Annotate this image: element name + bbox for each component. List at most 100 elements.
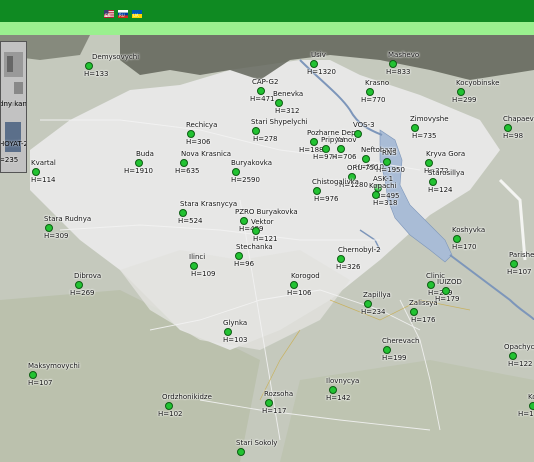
marker-name: RNS — [382, 149, 397, 157]
marker-dot-icon[interactable] — [383, 158, 391, 166]
marker-dot-icon[interactable] — [165, 402, 173, 410]
marker-dot-icon[interactable] — [313, 187, 321, 195]
marker-height: H=635 — [175, 167, 200, 175]
inset-label-1: dny kanal — [0, 100, 27, 108]
marker-height: H=1 — [518, 410, 534, 418]
flag-en-icon[interactable] — [104, 3, 114, 18]
marker-name: Cherevach — [382, 337, 420, 345]
marker-dot-icon[interactable] — [237, 448, 245, 456]
marker-name: Nova Krasnica — [181, 150, 232, 158]
marker-dot-icon[interactable] — [366, 88, 374, 96]
marker-height: H=278 — [253, 135, 278, 143]
marker-name: Korogod — [291, 272, 320, 280]
marker-dot-icon[interactable] — [310, 60, 318, 68]
marker-dot-icon[interactable] — [275, 99, 283, 107]
marker-name: PZRO Buryakovka — [235, 208, 298, 216]
marker-height: H=471 — [250, 95, 275, 103]
marker-dot-icon[interactable] — [427, 281, 435, 289]
marker-name: Ilovnycya — [326, 377, 360, 385]
marker-dot-icon[interactable] — [425, 159, 433, 167]
marker-height: H=98 — [503, 132, 524, 140]
marker-dot-icon[interactable] — [410, 308, 418, 316]
marker-name: Opachychi — [504, 343, 534, 351]
marker-dot-icon[interactable] — [29, 371, 37, 379]
flag-ru-label: RU — [119, 13, 125, 18]
marker-dot-icon[interactable] — [364, 300, 372, 308]
marker-name: Kopachi — [528, 393, 534, 401]
marker-name: Rechicya — [186, 121, 218, 129]
marker-dot-icon[interactable] — [457, 88, 465, 96]
marker-name: Krasno — [365, 79, 390, 87]
marker-dot-icon[interactable] — [529, 402, 534, 410]
marker-dot-icon[interactable] — [224, 328, 232, 336]
marker-height: H=299 — [452, 96, 477, 104]
inset-label-2: HOYAT-2 — [0, 140, 27, 148]
marker-dot-icon[interactable] — [252, 127, 260, 135]
marker-dot-icon[interactable] — [190, 262, 198, 270]
marker-height: H=1320 — [307, 68, 336, 76]
marker-height: H=142 — [326, 394, 351, 402]
flag-ru-icon[interactable] — [118, 3, 128, 18]
marker-name: Starosillya — [428, 169, 465, 177]
marker-dot-icon[interactable] — [290, 281, 298, 289]
marker-name: Vektor — [251, 218, 274, 226]
marker-dot-icon[interactable] — [257, 87, 265, 95]
marker-height: H=179 — [435, 295, 460, 303]
marker-name: Mashevo — [388, 51, 420, 59]
marker-name: Chernobyl-2 — [338, 246, 381, 254]
marker-dot-icon[interactable] — [329, 386, 337, 394]
inset-label-3: =235 — [0, 156, 19, 164]
marker-dot-icon[interactable] — [372, 191, 380, 199]
marker-name: CAP-G2 — [252, 78, 279, 86]
marker-dot-icon[interactable] — [75, 281, 83, 289]
marker-dot-icon[interactable] — [240, 217, 248, 225]
marker-dot-icon[interactable] — [252, 227, 260, 235]
marker-name: Zimovyshe — [410, 115, 449, 123]
marker-dot-icon[interactable] — [453, 235, 461, 243]
marker-dot-icon[interactable] — [442, 287, 450, 295]
sub-bar — [0, 22, 534, 35]
marker-dot-icon[interactable] — [187, 130, 195, 138]
marker-name: Maksymovychi — [28, 362, 80, 370]
marker-dot-icon[interactable] — [337, 255, 345, 263]
marker-height: H=976 — [314, 195, 339, 203]
marker-dot-icon[interactable] — [265, 399, 273, 407]
marker-dot-icon[interactable] — [389, 60, 397, 68]
marker-dot-icon[interactable] — [362, 155, 370, 163]
marker-height: H=103 — [223, 336, 248, 344]
marker-height: H=96 — [234, 260, 255, 268]
marker-dot-icon[interactable] — [322, 145, 330, 153]
marker-dot-icon[interactable] — [504, 124, 512, 132]
marker-name: Koshyvka — [452, 226, 486, 234]
marker-dot-icon[interactable] — [429, 178, 437, 186]
inset-photo[interactable]: dny kanal HOYAT-2 =235 — [0, 41, 27, 173]
flag-ua-icon[interactable] — [132, 3, 142, 18]
marker-dot-icon[interactable] — [510, 260, 518, 268]
marker-name: Stara Krasnycya — [180, 200, 238, 208]
marker-name: Kocyobinske — [456, 79, 500, 87]
marker-dot-icon[interactable] — [45, 224, 53, 232]
marker-dot-icon[interactable] — [337, 145, 345, 153]
marker-name: Demysovychi — [92, 53, 140, 61]
marker-dot-icon[interactable] — [32, 168, 40, 176]
marker-dot-icon[interactable] — [232, 168, 240, 176]
marker-dot-icon[interactable] — [85, 62, 93, 70]
marker-name: Stari Shypelychi — [251, 118, 308, 126]
marker-dot-icon[interactable] — [411, 124, 419, 132]
header-bar: EN RU UA — [0, 0, 534, 22]
marker-dot-icon[interactable] — [509, 352, 517, 360]
marker-height: H=833 — [386, 68, 411, 76]
map-canvas[interactable]: dny kanal HOYAT-2 =235 Demysovychi H=133 U… — [0, 35, 534, 462]
marker-dot-icon[interactable] — [235, 252, 243, 260]
marker-height: H=133 — [84, 70, 109, 78]
marker-dot-icon[interactable] — [180, 159, 188, 167]
marker-height: H=176 — [411, 316, 436, 324]
marker-dot-icon[interactable] — [179, 209, 187, 217]
marker-dot-icon[interactable] — [383, 346, 391, 354]
marker-height: H=170 — [452, 243, 477, 251]
marker-name: Ilinci — [189, 253, 206, 261]
marker-height: H=102 — [158, 410, 183, 418]
marker-name: Yanov — [336, 136, 357, 144]
marker-dot-icon[interactable] — [135, 159, 143, 167]
marker-dot-icon[interactable] — [310, 138, 318, 146]
